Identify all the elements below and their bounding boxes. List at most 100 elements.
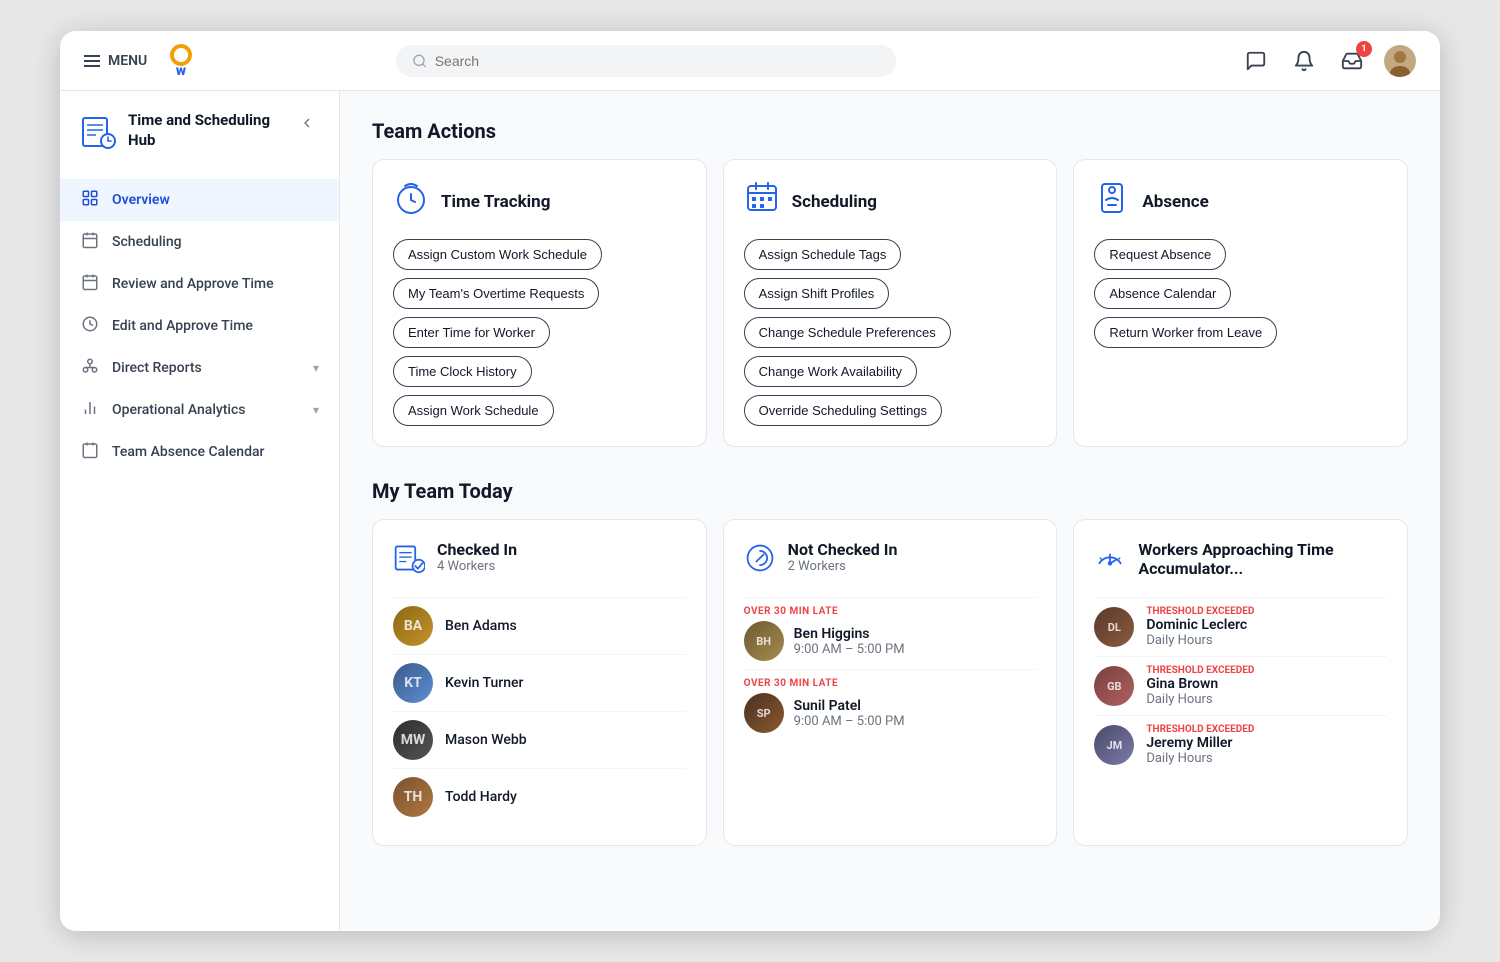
late-worker-schedule: 9:00 AM – 5:00 PM [794,642,905,657]
chevron-down-icon-2: ▾ [313,403,319,417]
assign-custom-work-schedule-button[interactable]: Assign Custom Work Schedule [393,239,602,270]
threshold-worker-entry: JM THRESHOLD EXCEEDED Jeremy Miller Dail… [1094,715,1387,774]
inbox-button[interactable]: 1 [1336,45,1368,77]
sidebar-title: Time and Scheduling Hub [128,111,295,150]
threshold-worker-detail-3: Daily Hours [1146,751,1387,766]
sidebar-item-review-approve[interactable]: Review and Approve Time [60,263,339,305]
late-worker-entry: OVER 30 MIN LATE BH Ben Higgins 9:00 AM … [744,597,1037,669]
search-icon [412,53,427,69]
late-worker-schedule-2: 9:00 AM – 5:00 PM [794,714,905,729]
threshold-worker-name-3: Jeremy Miller [1146,735,1387,751]
avatar: MW [393,720,433,760]
scheduling-card: Scheduling Assign Schedule Tags Assign S… [723,159,1058,447]
avatar: DL [1094,607,1134,647]
return-worker-from-leave-button[interactable]: Return Worker from Leave [1094,317,1277,348]
worker-name: Mason Webb [445,732,527,748]
sidebar-module-icon [80,113,116,155]
threshold-worker-name: Dominic Leclerc [1146,617,1387,633]
absence-icon [1094,180,1130,223]
threshold-worker-entry: DL THRESHOLD EXCEEDED Dominic Leclerc Da… [1094,597,1387,656]
absence-card-title: Absence [1142,192,1208,212]
scheduling-icon [80,231,100,253]
sidebar-item-label-review: Review and Approve Time [112,276,319,292]
bell-button[interactable] [1288,45,1320,77]
sidebar-item-overview[interactable]: Overview [60,179,339,221]
absence-buttons: Request Absence Absence Calendar Return … [1094,239,1387,348]
sidebar-item-team-absence[interactable]: Team Absence Calendar [60,431,339,473]
worker-row: MW Mason Webb [393,711,686,768]
worker-name: Todd Hardy [445,789,517,805]
threshold-worker-detail: Daily Hours [1146,633,1387,648]
request-absence-button[interactable]: Request Absence [1094,239,1226,270]
inbox-badge: 1 [1356,41,1372,57]
my-team-today-title: My Team Today [372,479,1408,503]
top-navigation: MENU w [60,31,1440,91]
sidebar-item-edit-approve[interactable]: Edit and Approve Time [60,305,339,347]
late-worker-name: Ben Higgins [794,626,905,642]
user-avatar-nav[interactable] [1384,45,1416,77]
change-schedule-preferences-button[interactable]: Change Schedule Preferences [744,317,951,348]
review-icon [80,273,100,295]
scheduling-buttons: Assign Schedule Tags Assign Shift Profil… [744,239,1037,426]
worker-name: Kevin Turner [445,675,523,691]
time-clock-history-button[interactable]: Time Clock History [393,356,532,387]
threshold-worker-entry: GB THRESHOLD EXCEEDED Gina Brown Daily H… [1094,656,1387,715]
threshold-worker-name-2: Gina Brown [1146,676,1387,692]
late-worker-entry: OVER 30 MIN LATE SP Sunil Patel 9:00 AM … [744,669,1037,741]
team-today-cards: Checked In 4 Workers BA Ben Adams KT [372,519,1408,846]
sidebar-collapse-button[interactable] [295,111,319,139]
main-content: Team Actions Time Tracking [340,91,1440,931]
threshold-badge: THRESHOLD EXCEEDED [1146,606,1387,617]
accumulator-icon [1094,542,1126,581]
menu-button[interactable]: MENU [84,53,147,69]
late-badge-2: OVER 30 MIN LATE [744,678,1037,689]
team-actions-cards: Time Tracking Assign Custom Work Schedul… [372,159,1408,447]
hamburger-icon [84,55,100,67]
chevron-down-icon: ▾ [313,361,319,375]
sidebar-item-label-team-absence: Team Absence Calendar [112,444,319,460]
avatar: JM [1094,725,1134,765]
threshold-worker-detail-2: Daily Hours [1146,692,1387,707]
checked-in-subtitle: 4 Workers [437,559,517,574]
time-tracking-icon [393,180,429,223]
avatar: GB [1094,666,1134,706]
assign-work-schedule-button[interactable]: Assign Work Schedule [393,395,554,426]
not-checked-in-icon [744,542,776,581]
sidebar-item-label-direct-reports: Direct Reports [112,360,301,376]
sidebar-navigation: Overview Scheduling [60,175,339,477]
late-worker-name-2: Sunil Patel [794,698,905,714]
assign-shift-profiles-button[interactable]: Assign Shift Profiles [744,278,890,309]
svg-text:w: w [176,63,186,79]
absence-calendar-button[interactable]: Absence Calendar [1094,278,1231,309]
sidebar-item-scheduling[interactable]: Scheduling [60,221,339,263]
assign-schedule-tags-button[interactable]: Assign Schedule Tags [744,239,902,270]
sidebar-item-direct-reports[interactable]: Direct Reports ▾ [60,347,339,389]
change-work-availability-button[interactable]: Change Work Availability [744,356,917,387]
time-tracking-card: Time Tracking Assign Custom Work Schedul… [372,159,707,447]
search-input[interactable] [435,53,880,69]
not-checked-in-title: Not Checked In [788,540,898,559]
sidebar: Time and Scheduling Hub Overview [60,91,340,931]
override-scheduling-settings-button[interactable]: Override Scheduling Settings [744,395,942,426]
worker-row: TH Todd Hardy [393,768,686,825]
sidebar-item-label-scheduling: Scheduling [112,234,319,250]
nav-actions: 1 [1240,45,1416,77]
avatar: KT [393,663,433,703]
search-bar[interactable] [396,45,896,77]
direct-reports-icon [80,357,100,379]
sidebar-header: Time and Scheduling Hub [60,111,339,175]
scheduling-card-title: Scheduling [792,192,877,212]
my-teams-overtime-button[interactable]: My Team's Overtime Requests [393,278,599,309]
sidebar-item-operational-analytics[interactable]: Operational Analytics ▾ [60,389,339,431]
not-checked-in-subtitle: 2 Workers [788,559,898,574]
menu-label: MENU [108,53,147,69]
enter-time-for-worker-button[interactable]: Enter Time for Worker [393,317,550,348]
worker-row: KT Kevin Turner [393,654,686,711]
chat-button[interactable] [1240,45,1272,77]
time-accumulator-card: Workers Approaching Time Accumulator... … [1073,519,1408,846]
sidebar-item-label-overview: Overview [112,192,319,208]
threshold-badge-2: THRESHOLD EXCEEDED [1146,665,1387,676]
workday-logo[interactable]: w [163,43,199,79]
scheduling-card-icon [744,180,780,223]
avatar: BH [744,621,784,661]
